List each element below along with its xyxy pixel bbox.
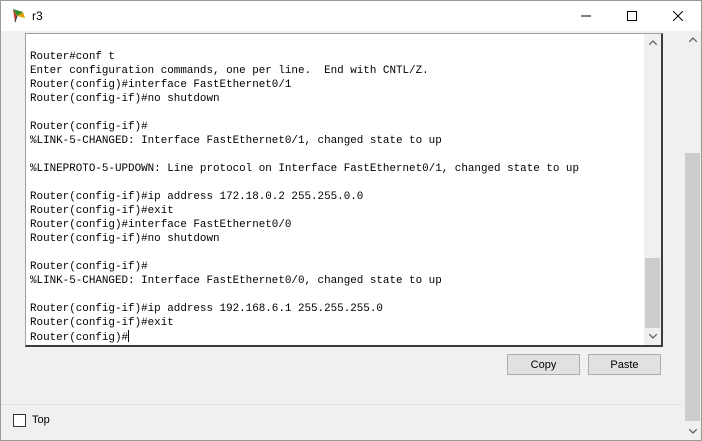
copy-button[interactable]: Copy [507, 354, 580, 375]
chevron-down-icon [688, 429, 697, 434]
top-checkbox[interactable] [13, 414, 26, 427]
text-cursor [128, 330, 130, 342]
terminal-line: Router(config-if)#no shutdown [30, 93, 220, 105]
terminal-line: Router(config)#interface FastEthernet0/1 [30, 79, 292, 91]
cli-terminal[interactable]: Router#conf t Enter configuration command… [25, 33, 663, 347]
options-bar: Top [1, 404, 682, 440]
terminal-line: %LINEPROTO-5-UPDOWN: Line protocol on In… [30, 163, 579, 175]
terminal-line: Router(config)# [30, 330, 130, 344]
terminal-line: Router(config-if)# [30, 121, 148, 133]
window-scrollbar[interactable] [684, 31, 701, 440]
top-checkbox-label[interactable]: Top [32, 414, 50, 426]
close-button[interactable] [655, 1, 701, 31]
console-window: r3 Router#conf t Enter configuration comm… [0, 0, 702, 441]
window-scroll-up-arrow[interactable] [684, 31, 701, 48]
close-icon [673, 11, 683, 21]
title-bar[interactable]: r3 [1, 1, 701, 31]
window-scroll-thumb[interactable] [685, 153, 700, 421]
terminal-line: Router(config-if)#ip address 172.18.0.2 … [30, 191, 364, 203]
scroll-down-arrow[interactable] [644, 328, 661, 345]
scroll-thumb[interactable] [645, 258, 660, 328]
scroll-up-arrow[interactable] [644, 34, 661, 51]
terminal-line: Router(config-if)# [30, 261, 148, 273]
maximize-icon [627, 11, 637, 21]
chevron-up-icon [688, 37, 697, 42]
chevron-up-icon [648, 40, 657, 45]
terminal-line: Router(config-if)#exit [30, 317, 174, 329]
window-title: r3 [32, 9, 43, 23]
paste-button[interactable]: Paste [588, 354, 661, 375]
terminal-output[interactable]: Router#conf t Enter configuration command… [30, 50, 642, 344]
terminal-line: Enter configuration commands, one per li… [30, 65, 429, 77]
chevron-down-icon [648, 334, 657, 339]
terminal-line: %LINK-5-CHANGED: Interface FastEthernet0… [30, 135, 442, 147]
cisco-router-icon [11, 8, 27, 24]
terminal-line: Router(config-if)#no shutdown [30, 233, 220, 245]
terminal-line: Router(config-if)#exit [30, 205, 174, 217]
client-area: Router#conf t Enter configuration command… [1, 31, 682, 440]
terminal-line: Router(config-if)#ip address 192.168.6.1… [30, 303, 383, 315]
minimize-icon [581, 15, 591, 17]
terminal-line: Router#conf t [30, 51, 115, 63]
minimize-button[interactable] [563, 1, 609, 31]
maximize-button[interactable] [609, 1, 655, 31]
terminal-line: Router(config)#interface FastEthernet0/0 [30, 219, 292, 231]
window-scroll-down-arrow[interactable] [684, 423, 701, 440]
terminal-scrollbar[interactable] [644, 34, 661, 345]
terminal-line: %LINK-5-CHANGED: Interface FastEthernet0… [30, 275, 442, 287]
